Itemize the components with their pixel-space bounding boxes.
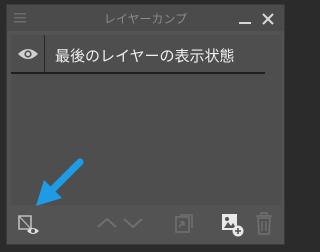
eye-icon (17, 49, 38, 59)
layer-comp-visibility-icon[interactable] (15, 210, 43, 238)
update-comp-icon[interactable] (171, 209, 197, 237)
layer-comps-panel: レイヤーカンプ 最後のレイヤーの表示状態 (6, 4, 285, 245)
row-divider (11, 72, 265, 74)
visibility-toggle[interactable] (11, 35, 45, 73)
panel-toolbar (7, 206, 284, 244)
layer-comp-name: 最後のレイヤーの表示状態 (55, 47, 235, 65)
panel-titlebar: レイヤーカンプ (7, 5, 284, 31)
move-up-icon[interactable] (95, 214, 119, 232)
new-comp-icon[interactable] (219, 210, 245, 238)
layer-comp-list: 最後のレイヤーの表示状態 (11, 35, 281, 205)
trash-icon[interactable] (253, 211, 275, 237)
layer-comp-row[interactable]: 最後のレイヤーの表示状態 (11, 35, 265, 74)
close-icon[interactable] (260, 11, 276, 27)
minimize-icon[interactable] (238, 12, 252, 26)
move-down-icon[interactable] (121, 214, 145, 232)
